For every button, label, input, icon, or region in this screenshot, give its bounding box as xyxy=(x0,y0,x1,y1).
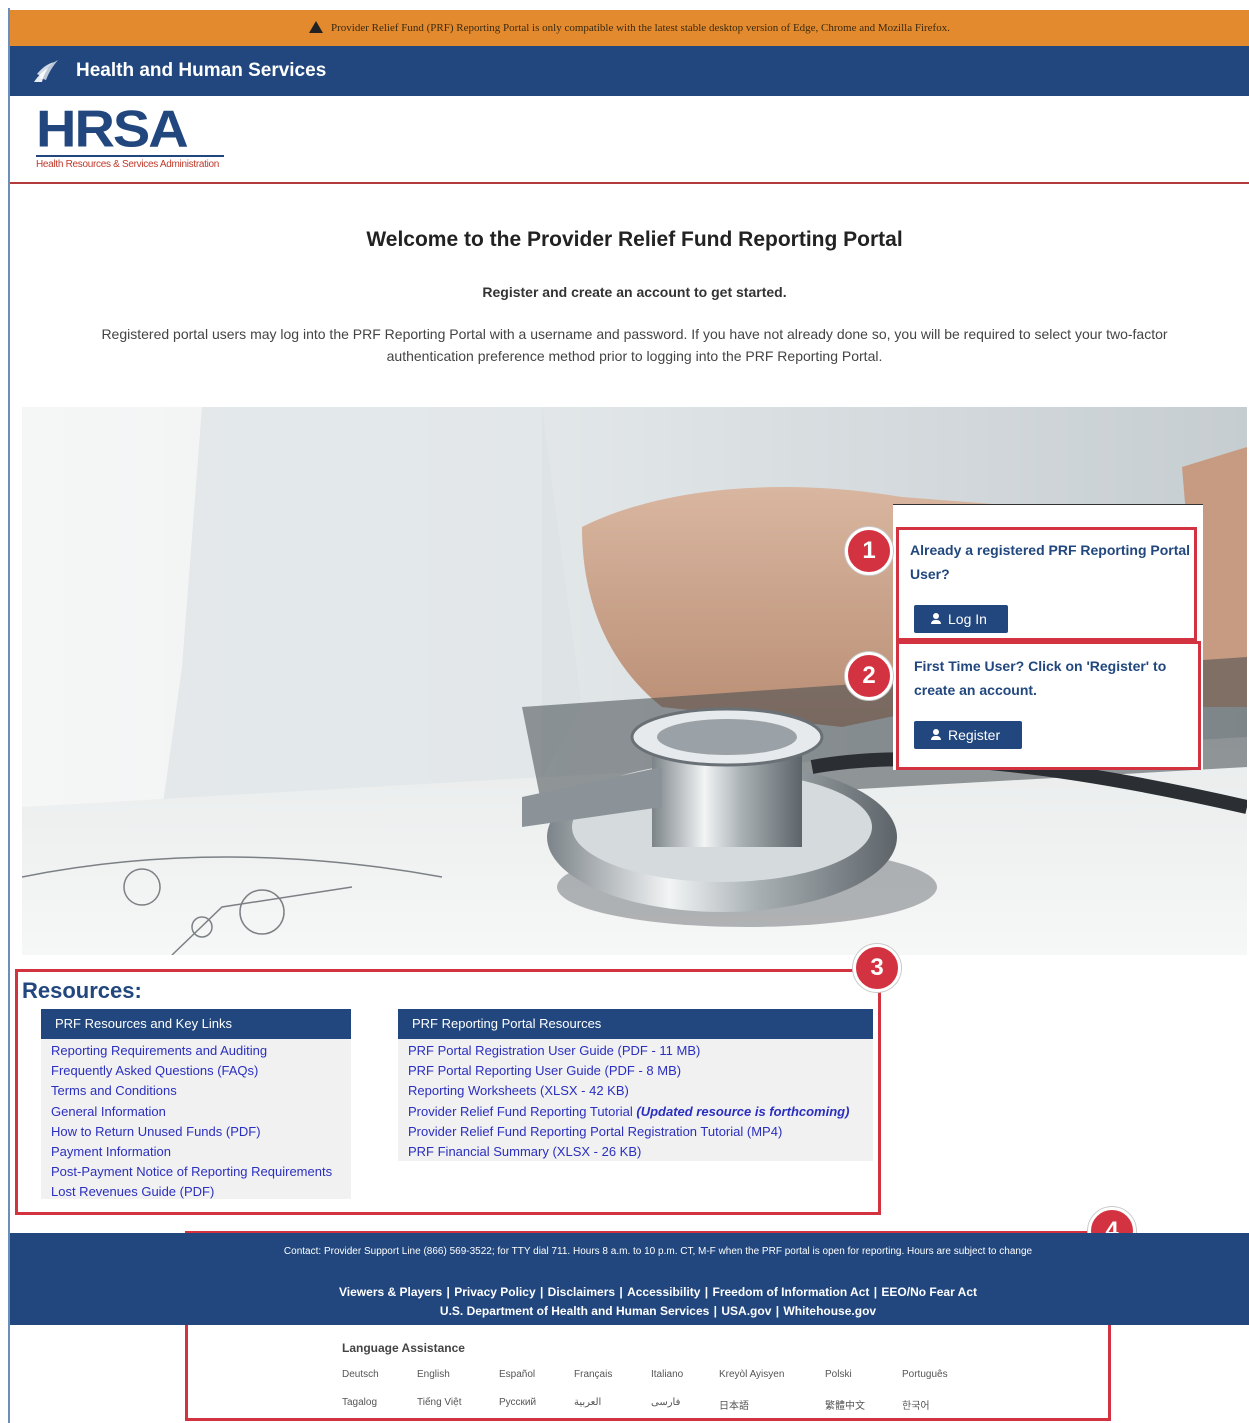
language-assistance-title: Language Assistance xyxy=(342,1341,465,1355)
resource-link[interactable]: How to Return Unused Funds (PDF) xyxy=(51,1122,351,1142)
key-links-panel: PRF Resources and Key Links Reporting Re… xyxy=(41,1009,351,1199)
footer-link[interactable]: Accessibility xyxy=(627,1285,700,1299)
footer-link[interactable]: USA.gov xyxy=(721,1304,771,1318)
tutorial-link-label: Provider Relief Fund Reporting Tutorial xyxy=(408,1103,633,1119)
resources-heading: Resources: xyxy=(22,978,142,1003)
language-link[interactable]: English xyxy=(417,1369,450,1380)
language-link[interactable]: Polski xyxy=(825,1369,852,1380)
language-link[interactable]: Italiano xyxy=(651,1369,683,1380)
footer-link[interactable]: Viewers & Players xyxy=(339,1285,442,1299)
resource-link-tutorial[interactable]: Provider Relief Fund Reporting Tutorial … xyxy=(408,1102,873,1122)
banner-text: Provider Relief Fund (PRF) Reporting Por… xyxy=(331,22,950,34)
resource-link[interactable]: General Information xyxy=(51,1102,351,1122)
callout-number-1: 1 xyxy=(845,527,893,575)
language-link[interactable]: Tiếng Việt xyxy=(417,1397,461,1408)
language-link[interactable]: 한국어 xyxy=(902,1397,930,1412)
resource-link[interactable]: PRF Financial Summary (XLSX - 26 KB) xyxy=(408,1142,873,1162)
hrsa-logo-subtext: Health Resources & Services Administrati… xyxy=(36,159,220,170)
language-link[interactable]: 繁體中文 xyxy=(825,1397,865,1412)
language-link[interactable]: Deutsch xyxy=(342,1369,379,1380)
resource-link[interactable]: PRF Portal Reporting User Guide (PDF - 8… xyxy=(408,1061,873,1081)
language-link[interactable]: Português xyxy=(902,1369,948,1380)
resource-link[interactable]: PRF Portal Registration User Guide (PDF … xyxy=(408,1041,873,1061)
language-link[interactable]: Español xyxy=(499,1369,535,1380)
footer-link[interactable]: EEO/No Fear Act xyxy=(881,1285,977,1299)
hhs-eagle-icon xyxy=(34,60,58,82)
portal-resources-list: PRF Portal Registration User Guide (PDF … xyxy=(398,1039,873,1166)
callout-box-login xyxy=(896,527,1197,641)
browser-compatibility-banner: Provider Relief Fund (PRF) Reporting Por… xyxy=(10,10,1249,46)
agency-name[interactable]: Health and Human Services xyxy=(76,60,326,82)
footer-contact-text: Contact: Provider Support Line (866) 569… xyxy=(283,1246,1033,1257)
footer-links: Viewers & Players | Privacy Policy | Dis… xyxy=(10,1283,1249,1321)
portal-resources-panel: PRF Reporting Portal Resources PRF Porta… xyxy=(398,1009,873,1161)
hhs-header-bar: Health and Human Services xyxy=(10,46,1249,96)
resource-link[interactable]: Terms and Conditions xyxy=(51,1081,351,1101)
footer-link[interactable]: Disclaimers xyxy=(548,1285,615,1299)
language-link[interactable]: 日本語 xyxy=(719,1397,749,1412)
resource-link[interactable]: Post-Payment Notice of Reporting Require… xyxy=(51,1162,351,1182)
footer-bar: Contact: Provider Support Line (866) 569… xyxy=(10,1233,1249,1325)
page-title: Welcome to the Provider Relief Fund Repo… xyxy=(366,228,903,251)
header-divider xyxy=(10,182,1249,184)
callout-number-3: 3 xyxy=(853,944,901,992)
resource-link[interactable]: Provider Relief Fund Reporting Portal Re… xyxy=(408,1122,873,1142)
language-link[interactable]: Русский xyxy=(499,1397,536,1408)
callout-number-2: 2 xyxy=(845,652,893,700)
language-link[interactable]: Kreyòl Ayisyen xyxy=(719,1369,784,1380)
resource-link[interactable]: Reporting Worksheets (XLSX - 42 KB) xyxy=(408,1081,873,1101)
resource-link[interactable]: Reporting Requirements and Auditing xyxy=(51,1041,351,1061)
page-subheading: Register and create an account to get st… xyxy=(482,284,787,300)
key-links-list: Reporting Requirements and Auditing Freq… xyxy=(41,1039,351,1207)
footer-links-row-2: U.S. Department of Health and Human Serv… xyxy=(439,1304,877,1318)
warning-icon xyxy=(309,21,324,33)
footer-link[interactable]: Privacy Policy xyxy=(454,1285,535,1299)
key-links-heading: PRF Resources and Key Links xyxy=(41,1009,351,1039)
hrsa-logo-text: HRSA xyxy=(36,99,189,158)
resource-link[interactable]: Frequently Asked Questions (FAQs) xyxy=(51,1061,351,1081)
footer-links-row-1: Viewers & Players | Privacy Policy | Dis… xyxy=(339,1285,977,1299)
footer-link[interactable]: U.S. Department of Health and Human Serv… xyxy=(440,1304,709,1318)
resource-link[interactable]: Payment Information xyxy=(51,1142,351,1162)
language-link[interactable]: العربية xyxy=(574,1397,601,1408)
portal-resources-heading: PRF Reporting Portal Resources xyxy=(398,1009,873,1039)
language-link[interactable]: فارسی xyxy=(651,1397,680,1408)
intro-text: Registered portal users may log into the… xyxy=(101,326,1168,364)
language-link[interactable]: Tagalog xyxy=(342,1397,377,1408)
tutorial-note: (Updated resource is forthcoming) xyxy=(636,1103,850,1119)
footer-link[interactable]: Freedom of Information Act xyxy=(712,1285,869,1299)
resource-link[interactable]: Lost Revenues Guide (PDF) xyxy=(51,1182,351,1202)
hrsa-logo[interactable]: HRSA Health Resources & Services Adminis… xyxy=(36,99,224,170)
callout-box-register xyxy=(896,641,1201,770)
footer-link[interactable]: Whitehouse.gov xyxy=(783,1304,876,1318)
language-link[interactable]: Français xyxy=(574,1369,612,1380)
